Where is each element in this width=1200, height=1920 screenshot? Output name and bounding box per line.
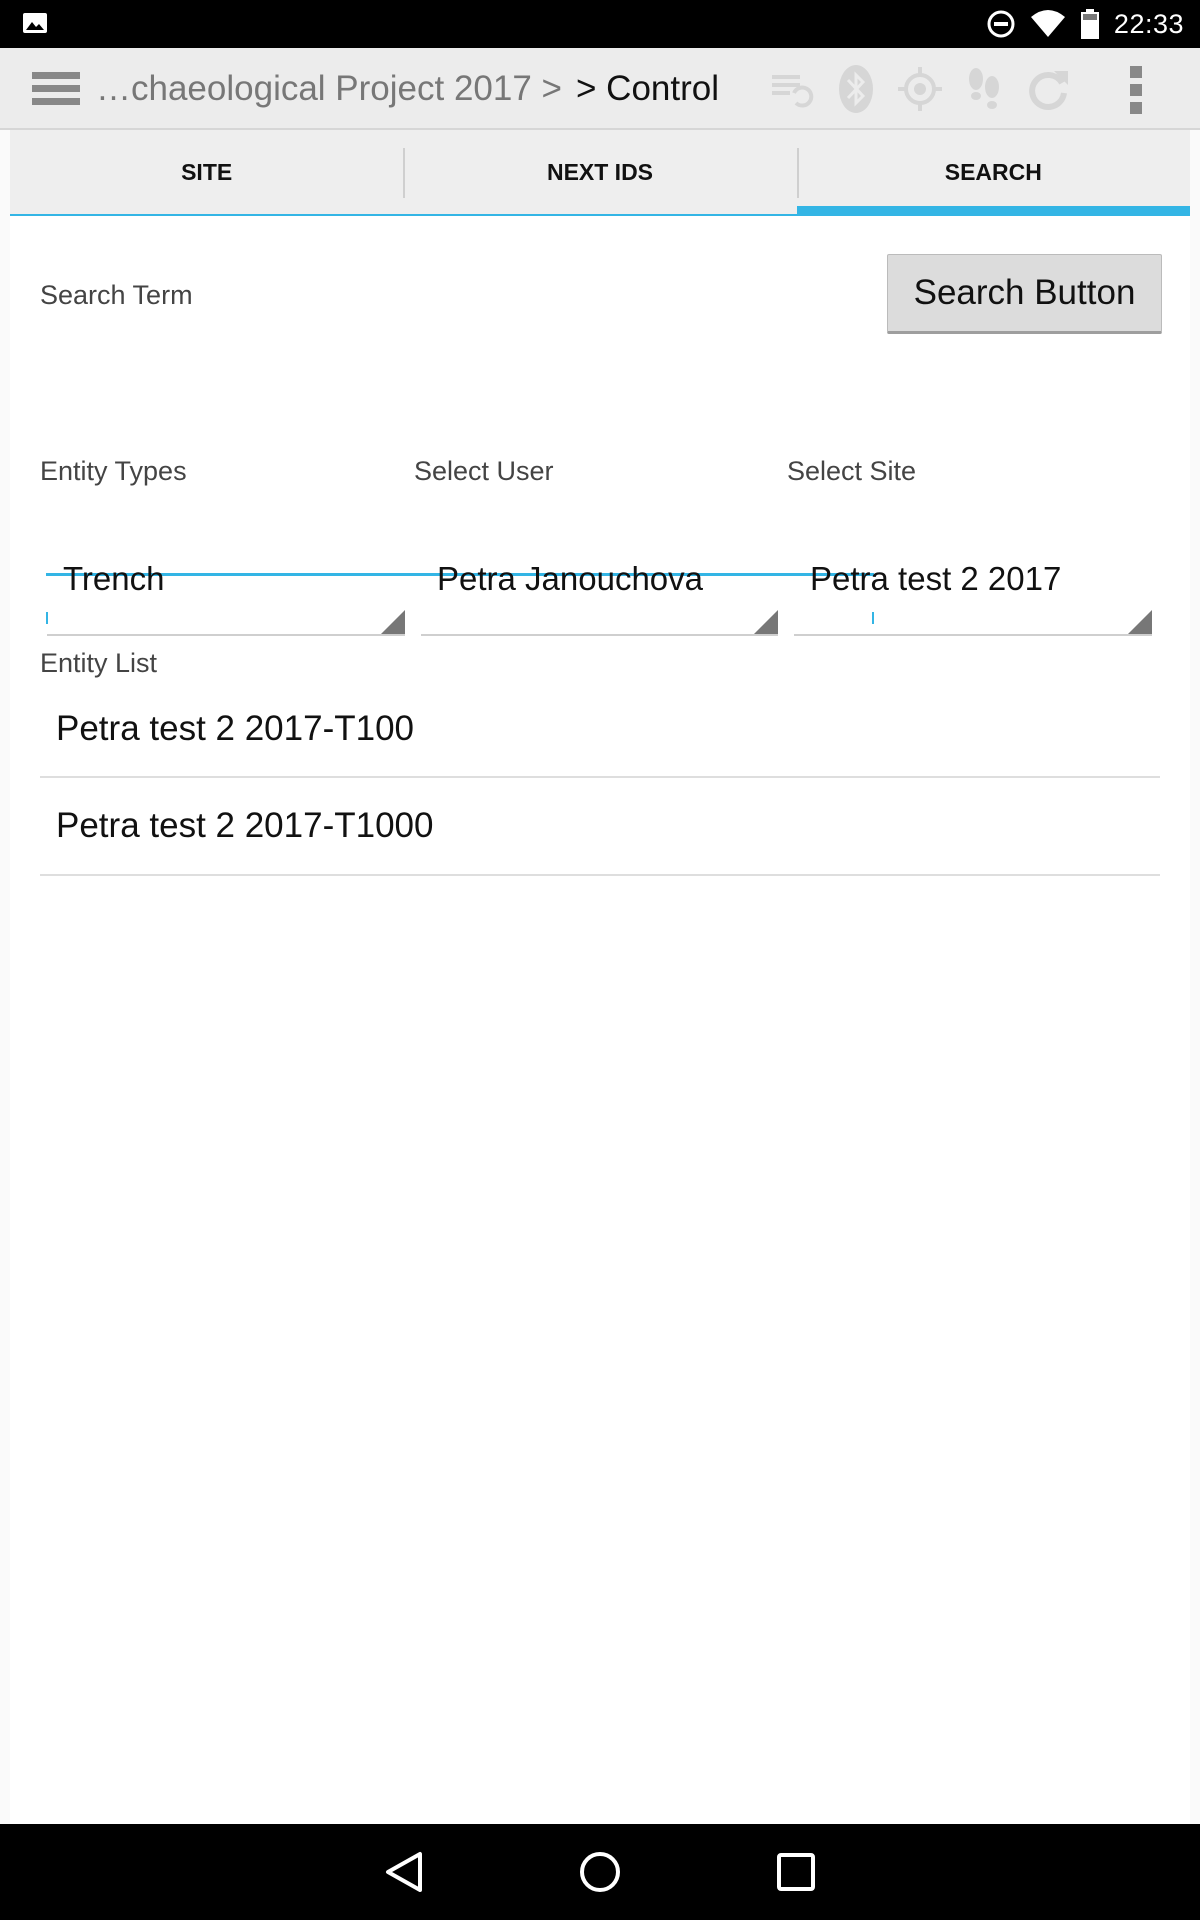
select-site-spinner[interactable]: Petra test 2 2017 <box>794 516 1152 636</box>
battery-icon <box>1080 9 1099 39</box>
entity-types-spinner[interactable]: Trench <box>47 516 405 636</box>
hamburger-menu-icon[interactable] <box>30 68 82 110</box>
image-notification-icon <box>23 13 47 33</box>
search-panel: Search Term Search Button Entity Types S… <box>10 216 1190 1824</box>
select-user-value: Petra Janouchova <box>437 560 704 597</box>
entity-list: Petra test 2 2017-T100 Petra test 2 2017… <box>40 682 1160 876</box>
list-item[interactable]: Petra test 2 2017-T1000 <box>40 778 1160 876</box>
bluetooth-icon[interactable] <box>824 57 888 121</box>
back-icon[interactable] <box>380 1848 428 1896</box>
select-user-label: Select User <box>414 456 554 486</box>
home-icon[interactable] <box>576 1848 624 1896</box>
dropdown-indicator-icon <box>1128 610 1152 634</box>
entity-list-label: Entity List <box>40 648 158 678</box>
dropdown-indicator-icon <box>754 610 778 634</box>
wifi-icon <box>1030 10 1065 37</box>
refresh-icon[interactable] <box>1016 57 1080 121</box>
select-user-spinner[interactable]: Petra Janouchova <box>421 516 778 636</box>
action-bar: …chaeological Project 2017 > > Control <box>0 48 1200 130</box>
tab-site[interactable]: SITE <box>10 130 404 216</box>
status-bar: 22:33 <box>0 0 1200 48</box>
tracking-icon[interactable] <box>952 57 1016 121</box>
recents-icon[interactable] <box>772 1848 820 1896</box>
entity-types-value: Trench <box>63 560 165 597</box>
search-term-label: Search Term <box>40 280 193 310</box>
select-site-label: Select Site <box>787 456 917 486</box>
breadcrumb: …chaeological Project 2017 > > Control <box>96 48 719 130</box>
breadcrumb-current: > Control <box>576 69 719 108</box>
entity-types-label: Entity Types <box>40 456 187 486</box>
navigation-bar <box>0 1824 1200 1920</box>
tab-bar: SITE NEXT IDS SEARCH <box>10 130 1190 216</box>
do-not-disturb-icon <box>987 10 1015 38</box>
tab-next-ids[interactable]: NEXT IDS <box>403 130 797 216</box>
list-item[interactable]: Petra test 2 2017-T100 <box>40 682 1160 778</box>
gps-icon[interactable] <box>888 57 952 121</box>
breadcrumb-parent[interactable]: …chaeological Project 2017 > <box>96 69 562 109</box>
tab-search[interactable]: SEARCH <box>796 130 1190 216</box>
overflow-menu-icon[interactable] <box>1118 64 1154 116</box>
sync-status-icon[interactable] <box>760 57 824 121</box>
search-button[interactable]: Search Button <box>887 254 1162 334</box>
action-icons <box>760 48 1080 130</box>
clock: 22:33 <box>1113 8 1184 39</box>
dropdown-indicator-icon <box>381 610 405 634</box>
select-site-value: Petra test 2 2017 <box>810 560 1062 597</box>
